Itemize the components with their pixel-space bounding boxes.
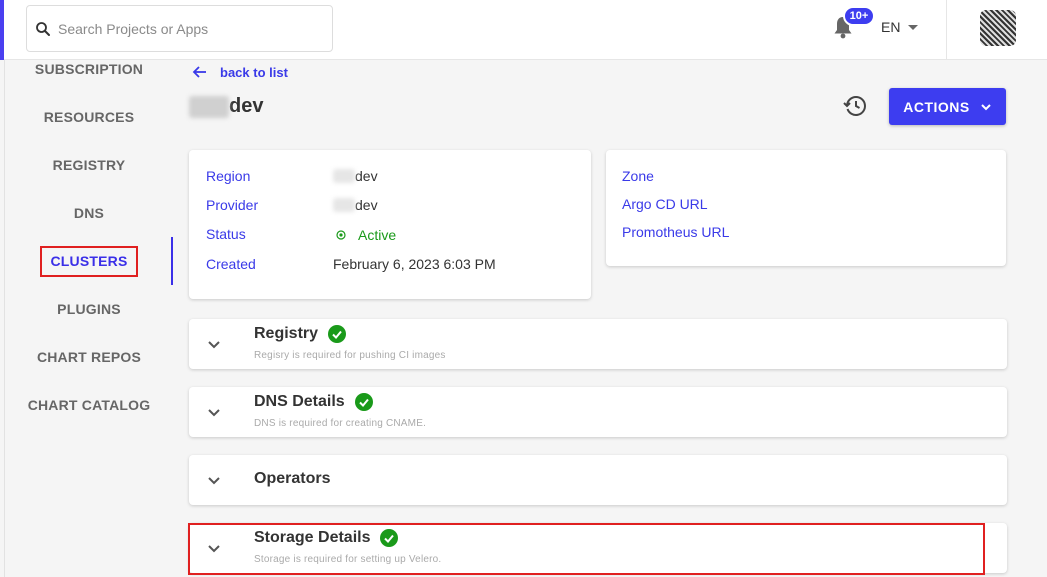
accordion-title-text: Registry — [254, 325, 319, 342]
sidebar-item-registry[interactable]: REGISTRY — [5, 157, 173, 173]
avatar[interactable] — [980, 10, 1016, 46]
page-title: dev — [189, 95, 263, 118]
sidebar-active-indicator — [171, 237, 173, 285]
prometheus-url-label: Promotheus URL — [622, 224, 730, 240]
header-divider — [946, 0, 947, 60]
accordion-operators[interactable]: Operators — [189, 455, 1007, 505]
accordion-subtitle: DNS is required for creating CNAME. — [254, 418, 427, 429]
sidebar-item-plugins[interactable]: PLUGINS — [5, 301, 173, 317]
region-value: dev — [333, 168, 378, 184]
accordion-registry[interactable]: Registry Regisry is required for pushing… — [189, 319, 1007, 369]
created-value: February 6, 2023 6:03 PM — [333, 256, 496, 272]
check-circle-icon — [328, 325, 347, 343]
accordion-title: Storage Details — [254, 529, 399, 547]
back-to-list-link[interactable]: back to list — [192, 64, 288, 80]
zone-label: Zone — [622, 168, 654, 184]
sidebar: SUBSCRIPTION RESOURCES REGISTRY DNS CLUS… — [5, 60, 173, 577]
accordion-title-text: DNS Details — [254, 393, 345, 410]
sidebar-item-label: SUBSCRIPTION — [34, 61, 144, 77]
accordion-title: Registry — [254, 325, 347, 343]
language-label: EN — [881, 19, 901, 35]
created-label: Created — [206, 256, 256, 272]
search-box[interactable] — [26, 5, 333, 52]
sidebar-item-label: CLUSTERS — [40, 246, 138, 277]
provider-label: Provider — [206, 197, 259, 213]
sidebar-item-label: CHART CATALOG — [27, 397, 151, 413]
language-selector[interactable]: EN — [881, 19, 919, 35]
sidebar-item-label: DNS — [73, 205, 105, 221]
sidebar-item-chart-repos[interactable]: CHART REPOS — [5, 349, 173, 365]
provider-value-text: dev — [355, 197, 378, 213]
actions-button[interactable]: ACTIONS — [889, 88, 1006, 125]
back-label: back to list — [220, 64, 288, 80]
sidebar-item-label: PLUGINS — [57, 301, 121, 317]
chevron-down-icon — [981, 103, 991, 110]
sidebar-item-chart-catalog[interactable]: CHART CATALOG — [5, 397, 173, 413]
provider-value: dev — [333, 197, 378, 213]
argo-cd-url-label: Argo CD URL — [622, 196, 708, 212]
page-title-text: dev — [229, 95, 264, 117]
search-input[interactable] — [58, 20, 318, 37]
redacted-text — [333, 169, 355, 183]
accordion-title: DNS Details — [254, 393, 373, 411]
accordion-title-text: Operators — [254, 470, 331, 487]
chevron-down-icon — [208, 341, 220, 349]
chevron-down-icon — [208, 477, 220, 485]
redacted-text — [333, 198, 355, 212]
status-label: Status — [206, 226, 246, 242]
sidebar-item-clusters[interactable]: CLUSTERS — [5, 246, 173, 277]
accordion-dns-details[interactable]: DNS Details DNS is required for creating… — [189, 387, 1007, 437]
check-circle-icon — [380, 529, 399, 547]
sidebar-item-label: RESOURCES — [43, 109, 135, 125]
redacted-name — [189, 95, 229, 118]
status-value: Active — [336, 227, 396, 243]
cluster-details-card: Region dev Provider dev Status Active Cr… — [189, 150, 591, 299]
chevron-down-icon — [208, 545, 220, 553]
cluster-links-card: Zone Argo CD URL Promotheus URL — [606, 150, 1006, 266]
check-circle-icon — [354, 393, 373, 411]
chevron-down-icon — [208, 409, 220, 417]
sidebar-item-subscription[interactable]: SUBSCRIPTION — [5, 61, 173, 77]
accordion-subtitle: Regisry is required for pushing CI image… — [254, 350, 446, 361]
arrow-left-icon — [192, 66, 206, 78]
chevron-down-icon — [908, 24, 919, 30]
sidebar-item-dns[interactable]: DNS — [5, 205, 173, 221]
sidebar-item-label: CHART REPOS — [36, 349, 142, 365]
search-icon — [36, 21, 50, 36]
actions-label: ACTIONS — [903, 98, 970, 115]
region-label: Region — [206, 168, 251, 184]
accordion-title: Operators — [254, 470, 330, 488]
accordion-title-text: Storage Details — [254, 529, 371, 546]
sidebar-item-resources[interactable]: RESOURCES — [5, 109, 173, 125]
accordion-subtitle: Storage is required for setting up Veler… — [254, 554, 442, 565]
region-value-text: dev — [355, 168, 378, 184]
active-status-icon — [336, 230, 346, 240]
notification-badge: 10+ — [843, 6, 875, 26]
accordion-storage-details[interactable]: Storage Details Storage is required for … — [189, 523, 1007, 573]
status-value-text: Active — [358, 227, 397, 243]
sidebar-item-label: REGISTRY — [52, 157, 126, 173]
history-icon[interactable] — [843, 94, 867, 118]
